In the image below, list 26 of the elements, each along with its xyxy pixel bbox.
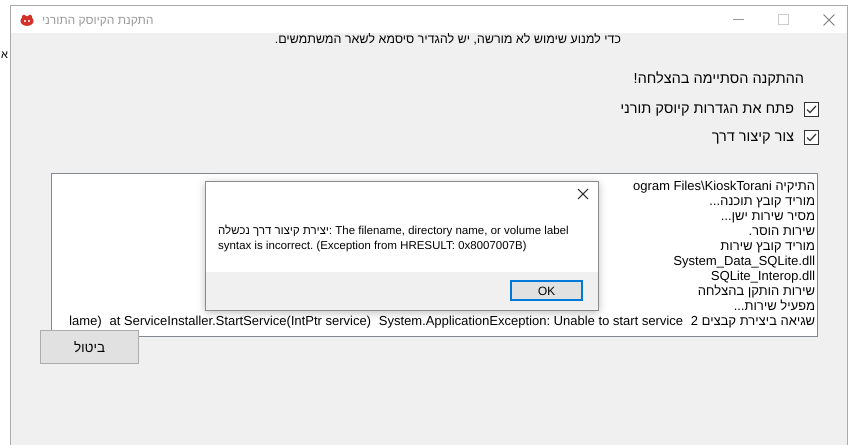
- log-line: שירות הותקן בהצלחה: [698, 283, 815, 298]
- log-line: התיקיה ogram Files\KioskTorani: [633, 178, 815, 193]
- log-line: lame): [69, 313, 102, 328]
- checkbox-label[interactable]: פתח את הגדרות קיוסק תורני: [620, 101, 794, 117]
- log-line: מוריד קובץ תוכנה...: [709, 193, 815, 208]
- log-line: מוריד קובץ שירות: [720, 238, 815, 253]
- notice-text: כדי למנוע שימוש לא מורשה, יש להגדיר סיסמא לשאר המשתמשים.: [274, 33, 621, 46]
- log-line: מסיר שירות ישן...: [720, 208, 815, 223]
- close-icon[interactable]: [577, 188, 589, 200]
- checkbox[interactable]: [804, 102, 819, 116]
- log-line: מפעיל שירות...: [734, 298, 815, 313]
- window-title: התקנת הקיוסק התורני: [42, 12, 154, 26]
- background-text: א: [1, 49, 8, 61]
- log-line: SQLite_Interop.dll: [710, 268, 815, 283]
- error-message: יצירת קיצור דרך נכשלה: The filename, directory name, or volume label syntax is incorrect. (Exception from HRESULT: 0x8007007B): [218, 224, 570, 253]
- log-line: at ServiceInstaller.StartService(IntPtr service): [109, 313, 371, 328]
- success-heading: ההתקנה הסתיימה בהצלחה!: [634, 71, 804, 87]
- log-line: שירות הוסר.: [748, 223, 815, 238]
- log-line: שגיאה ביצירת קבצים 2: [690, 313, 815, 328]
- cancel-button[interactable]: ביטול: [40, 330, 139, 364]
- log-line: System.ApplicationException: Unable to start service: [378, 313, 683, 328]
- checkbox[interactable]: [804, 130, 819, 144]
- checkbox-label[interactable]: צור קיצור דרך: [712, 129, 794, 145]
- ok-button[interactable]: OK: [510, 280, 583, 301]
- app-icon: [19, 12, 35, 26]
- log-line: System_Data_SQLite.dll: [673, 253, 815, 268]
